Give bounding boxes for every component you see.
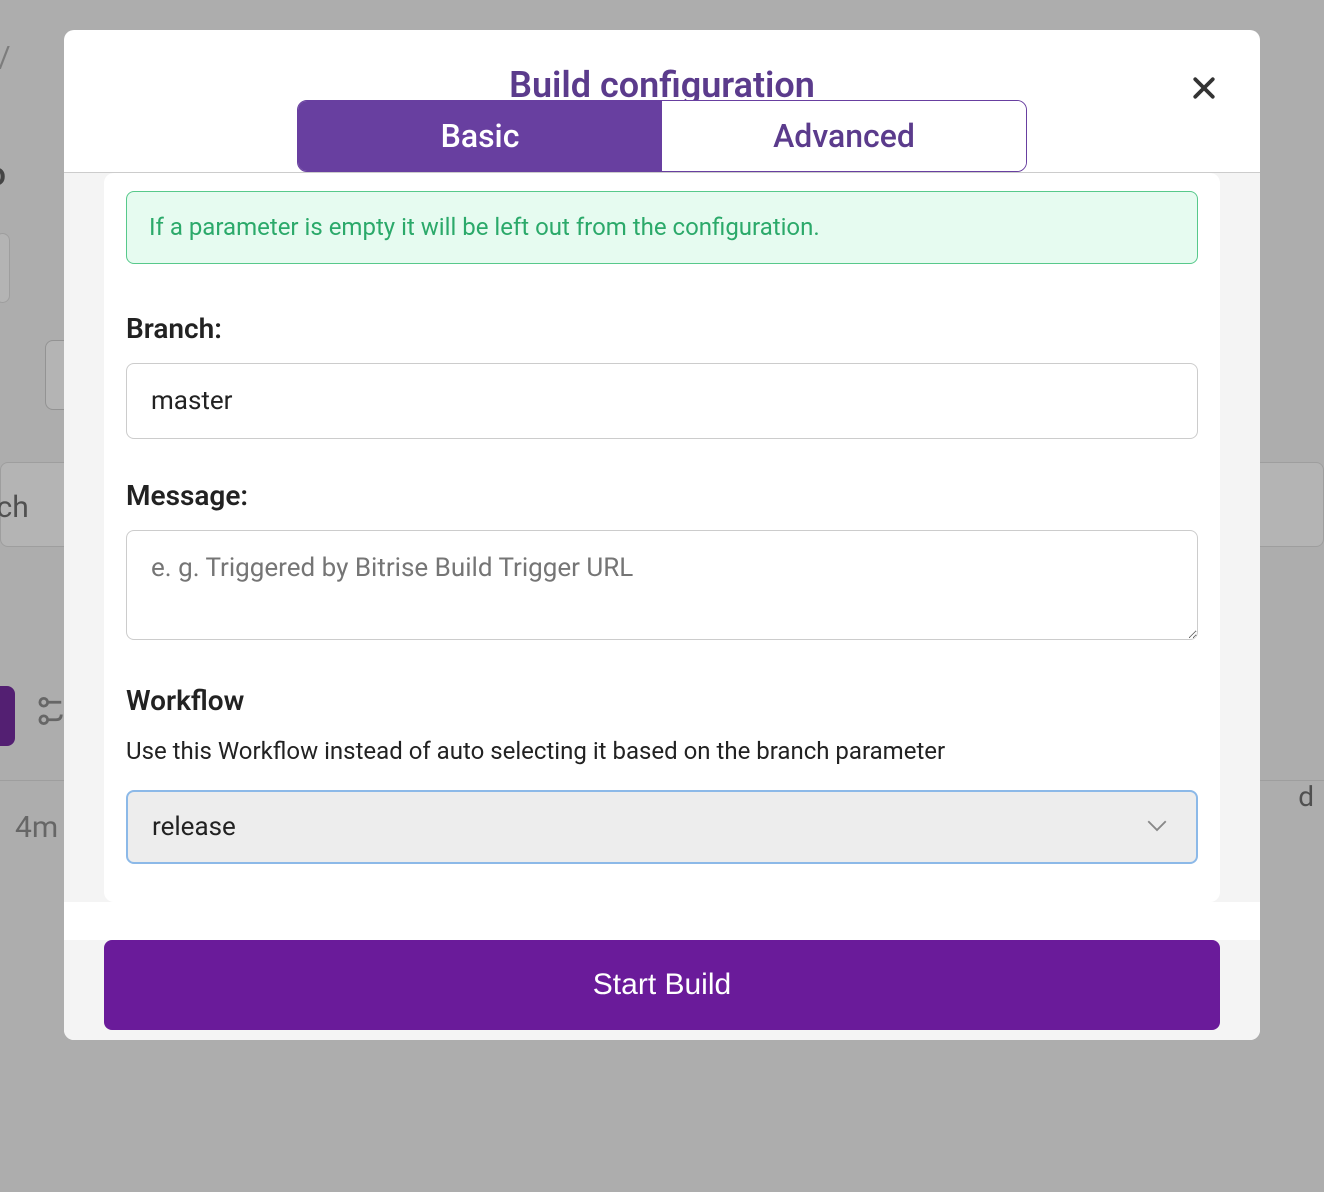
branch-label: Branch: <box>126 312 1198 345</box>
start-build-button[interactable]: Start Build <box>104 940 1220 1030</box>
modal-body-outer: If a parameter is empty it will be left … <box>64 173 1260 902</box>
workflow-select-wrap: release <box>126 790 1198 864</box>
tab-advanced[interactable]: Advanced <box>662 101 1026 171</box>
build-config-modal: Build configuration Basic Advanced If a … <box>64 30 1260 1040</box>
modal-body: If a parameter is empty it will be left … <box>104 173 1220 902</box>
tab-switcher: Basic Advanced <box>297 100 1027 172</box>
close-button[interactable] <box>1182 66 1226 110</box>
workflow-field: Workflow Use this Workflow instead of au… <box>126 684 1198 863</box>
message-input[interactable] <box>126 530 1198 640</box>
branch-input[interactable] <box>126 363 1198 439</box>
workflow-help: Use this Workflow instead of auto select… <box>126 735 1198 767</box>
tab-basic[interactable]: Basic <box>298 101 662 171</box>
message-field: Message: <box>126 479 1198 644</box>
info-banner: If a parameter is empty it will be left … <box>126 191 1198 264</box>
modal-footer-space <box>64 1030 1260 1040</box>
workflow-label: Workflow <box>126 684 1198 717</box>
close-icon <box>1189 73 1219 103</box>
branch-field: Branch: <box>126 312 1198 439</box>
workflow-select[interactable]: release <box>126 790 1198 864</box>
message-label: Message: <box>126 479 1198 512</box>
